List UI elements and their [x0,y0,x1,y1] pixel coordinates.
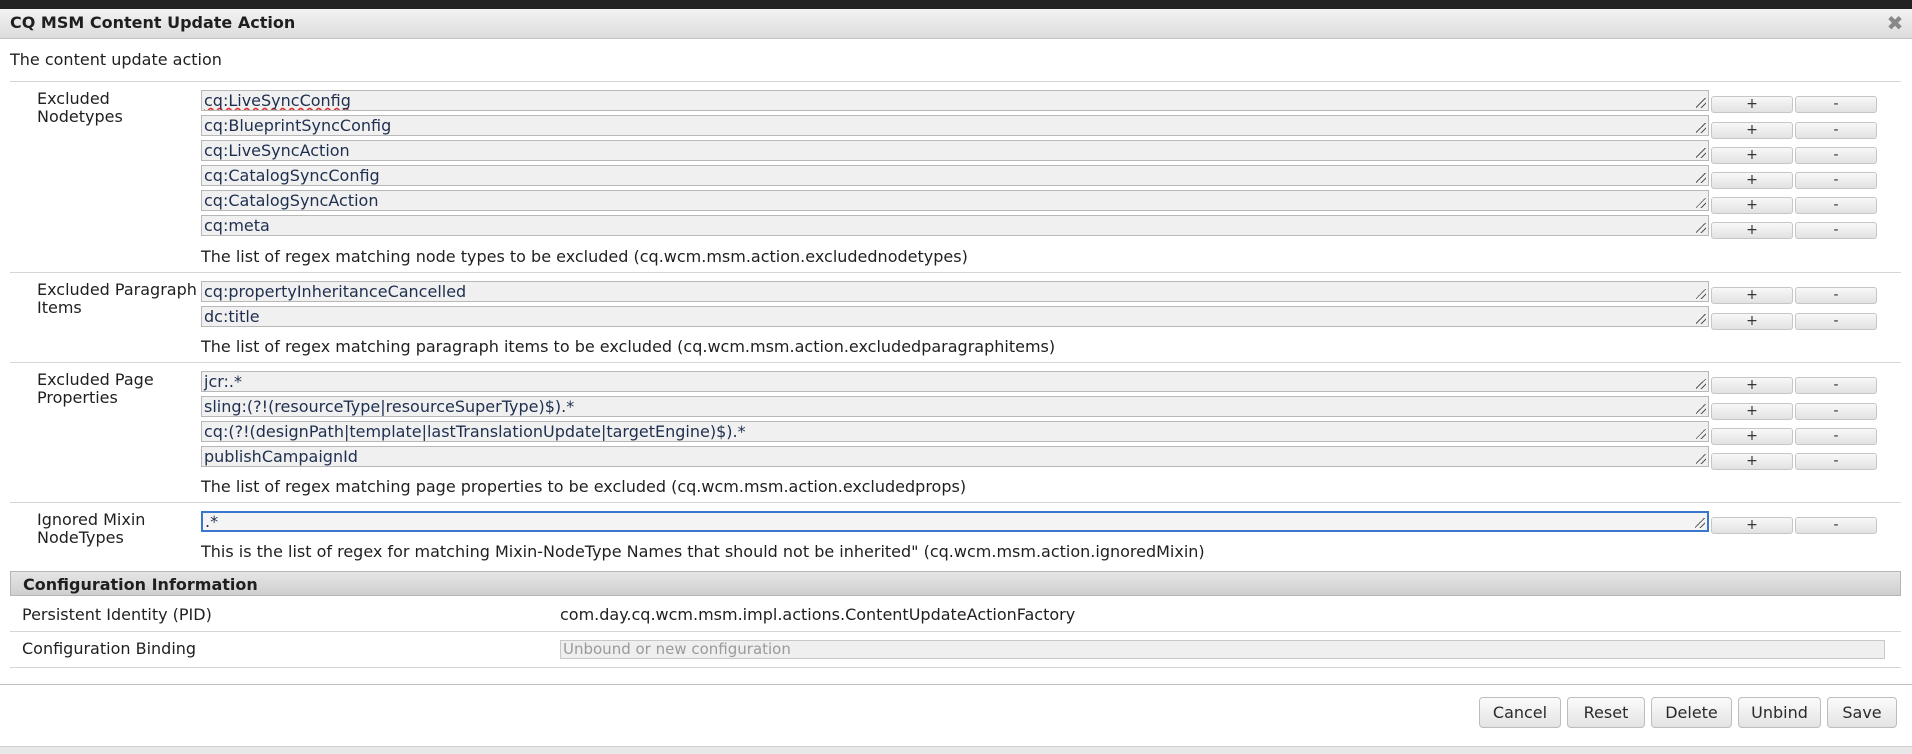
pid-value: com.day.cq.wcm.msm.impl.actions.ContentU… [560,605,1076,624]
divider [10,81,1901,82]
remove-row-button[interactable]: - [1795,403,1877,420]
divider [10,631,1901,632]
remove-row-button[interactable]: - [1795,222,1877,239]
field-value: cq:LiveSyncConfig [204,91,351,110]
resize-grip-icon[interactable] [1696,404,1706,414]
field-value: dc:title [204,307,260,326]
ignored-mixin-help: This is the list of regex for matching M… [201,542,1205,561]
excluded-page-properties-label: Excluded Page Properties [37,370,154,407]
remove-row-button[interactable]: - [1795,517,1877,534]
field-value: sling:(?!(resourceType|resourceSuperType… [204,397,575,416]
resize-grip-icon[interactable] [1696,429,1706,439]
bottom-strip [0,746,1912,754]
remove-row-button[interactable]: - [1795,197,1877,214]
field-value: cq:CatalogSyncConfig [204,166,380,185]
add-row-button[interactable]: + [1711,197,1793,214]
save-button[interactable]: Save [1827,697,1897,728]
ignored-mixin-nodetypes-label: Ignored Mixin NodeTypes [37,510,146,547]
excluded-paragraph-item-field[interactable]: dc:title [201,306,1709,327]
field-value: cq:meta [204,216,270,235]
resize-grip-icon[interactable] [1696,98,1706,108]
add-row-button[interactable]: + [1711,96,1793,113]
top-dark-bar [0,0,1912,9]
add-row-button[interactable]: + [1711,517,1793,534]
delete-button[interactable]: Delete [1651,697,1732,728]
excluded-nodetypes-label: Excluded Nodetypes [37,89,123,126]
remove-row-button[interactable]: - [1795,172,1877,189]
resize-grip-icon[interactable] [1696,148,1706,158]
add-row-button[interactable]: + [1711,287,1793,304]
excluded-paragraph-items-help: The list of regex matching paragraph ite… [201,337,1056,356]
field-value: publishCampaignId [204,447,358,466]
excluded-page-properties-help: The list of regex matching page properti… [201,477,967,496]
cancel-button[interactable]: Cancel [1479,697,1561,728]
excluded-paragraph-items-label: Excluded Paragraph Items [37,280,197,317]
field-value: cq:CatalogSyncAction [204,191,379,210]
dialog-title: CQ MSM Content Update Action [10,13,296,32]
excluded-nodetype-field[interactable]: cq:CatalogSyncConfig [201,165,1709,186]
resize-grip-icon[interactable] [1696,454,1706,464]
field-value: cq:BlueprintSyncConfig [204,116,392,135]
remove-row-button[interactable]: - [1795,313,1877,330]
remove-row-button[interactable]: - [1795,428,1877,445]
remove-row-button[interactable]: - [1795,122,1877,139]
field-value: cq:propertyInheritanceCancelled [204,282,467,301]
resize-grip-icon[interactable] [1696,198,1706,208]
reset-button[interactable]: Reset [1567,697,1645,728]
resize-grip-icon[interactable] [1695,518,1705,528]
excluded-page-property-field[interactable]: jcr:.* [201,371,1709,392]
excluded-paragraph-item-field[interactable]: cq:propertyInheritanceCancelled [201,281,1709,302]
field-value: .* [205,512,219,531]
resize-grip-icon[interactable] [1696,379,1706,389]
add-row-button[interactable]: + [1711,172,1793,189]
ignored-mixin-field[interactable]: .* [201,511,1709,532]
dialog-titlebar: CQ MSM Content Update Action ✖ [0,9,1912,39]
add-row-button[interactable]: + [1711,428,1793,445]
excluded-page-property-field[interactable]: publishCampaignId [201,446,1709,467]
field-value: cq:(?!(designPath|template|lastTranslati… [204,422,746,441]
excluded-nodetype-field[interactable]: cq:meta [201,215,1709,236]
add-row-button[interactable]: + [1711,222,1793,239]
pid-label: Persistent Identity (PID) [22,605,212,624]
excluded-nodetype-field[interactable]: cq:CatalogSyncAction [201,190,1709,211]
binding-label: Configuration Binding [22,639,197,658]
dialog-description: The content update action [10,50,222,69]
field-value: jcr:.* [204,372,243,391]
footer-divider [0,684,1912,685]
add-row-button[interactable]: + [1711,147,1793,164]
excluded-page-property-field[interactable]: cq:(?!(designPath|template|lastTranslati… [201,421,1709,442]
excluded-nodetype-field[interactable]: cq:LiveSyncConfig [201,90,1709,111]
unbind-button[interactable]: Unbind [1738,697,1821,728]
remove-row-button[interactable]: - [1795,287,1877,304]
remove-row-button[interactable]: - [1795,96,1877,113]
remove-row-button[interactable]: - [1795,377,1877,394]
divider [10,667,1901,668]
excluded-nodetypes-help: The list of regex matching node types to… [201,247,968,266]
excluded-nodetype-field[interactable]: cq:LiveSyncAction [201,140,1709,161]
add-row-button[interactable]: + [1711,453,1793,470]
add-row-button[interactable]: + [1711,122,1793,139]
divider [10,502,1901,503]
divider [10,362,1901,363]
resize-grip-icon[interactable] [1696,223,1706,233]
config-info-header: Configuration Information [10,571,1901,596]
remove-row-button[interactable]: - [1795,453,1877,470]
divider [10,272,1901,273]
resize-grip-icon[interactable] [1696,314,1706,324]
binding-field[interactable]: Unbound or new configuration [560,640,1885,659]
field-value: cq:LiveSyncAction [204,141,350,160]
config-info-title: Configuration Information [23,575,258,594]
excluded-nodetype-field[interactable]: cq:BlueprintSyncConfig [201,115,1709,136]
add-row-button[interactable]: + [1711,313,1793,330]
close-icon[interactable]: ✖ [1886,13,1904,33]
add-row-button[interactable]: + [1711,403,1793,420]
resize-grip-icon[interactable] [1696,289,1706,299]
add-row-button[interactable]: + [1711,377,1793,394]
resize-grip-icon[interactable] [1696,123,1706,133]
remove-row-button[interactable]: - [1795,147,1877,164]
resize-grip-icon[interactable] [1696,173,1706,183]
excluded-page-property-field[interactable]: sling:(?!(resourceType|resourceSuperType… [201,396,1709,417]
